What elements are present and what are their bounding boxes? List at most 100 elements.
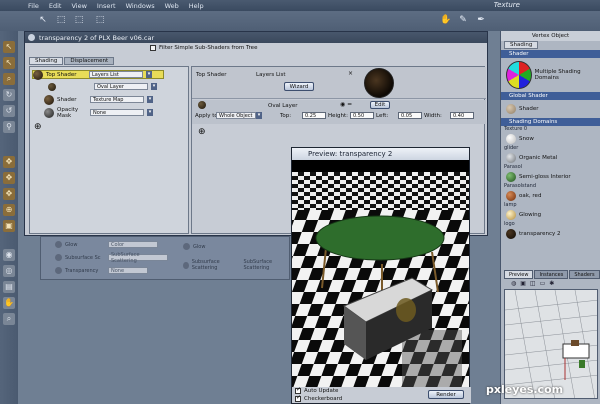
hand-icon[interactable]: ✋ (3, 297, 15, 309)
chevron-down-icon[interactable]: ▾ (147, 96, 153, 103)
view-plane-icon[interactable]: ▭ (540, 280, 546, 287)
tree-row-top-shader[interactable]: Top Shader Layers List ▾ (32, 69, 164, 80)
globe-tool-icon[interactable]: ⊕ (3, 204, 15, 216)
menu-file[interactable]: File (28, 2, 39, 10)
move-tool-icon[interactable]: ✥ (3, 156, 15, 168)
rotate-tool-icon[interactable]: ↻ (3, 89, 15, 101)
arrow-tool-icon[interactable]: ↖ (38, 15, 48, 25)
view-cylinder-icon[interactable]: ◫ (530, 280, 536, 287)
domain-ball-icon (506, 171, 516, 182)
tree-row-opacity-mask[interactable]: Opacity Mask None ▾ (44, 107, 153, 119)
width-field[interactable]: 0.40 (450, 112, 474, 119)
menu-web[interactable]: Web (165, 2, 179, 10)
close-icon[interactable]: × (348, 70, 353, 77)
oval-layer-select[interactable]: Oval Layer (94, 83, 148, 90)
pin-tool-icon[interactable]: ⚲ (3, 121, 15, 133)
subsurface-ball-icon (55, 254, 62, 261)
tab-sidebar-shading[interactable]: Shading (504, 41, 539, 49)
move-tool-icon[interactable]: ⬚ (56, 15, 66, 25)
app-title: Texture (493, 1, 520, 9)
left-field[interactable]: 0.05 (398, 112, 422, 119)
shader-section-header[interactable]: Shader (501, 50, 600, 58)
mask-ball-icon (44, 107, 54, 118)
menu-help[interactable]: Help (189, 2, 204, 10)
menu-edit[interactable]: Edit (49, 2, 62, 10)
tree-row-oval-layer[interactable]: Oval Layer ▾ (48, 82, 157, 91)
tree-shader-label: Shader (57, 96, 77, 103)
rotate-tool-icon[interactable]: ⬚ (95, 15, 105, 25)
window-titlebar[interactable]: transparency 2 of PLX Beer v06.car (25, 32, 487, 43)
add-icon[interactable]: ⊕ (34, 122, 42, 132)
tab-instances[interactable]: Instances (534, 270, 569, 279)
glow-ball-icon (55, 241, 62, 248)
opacity-mask-select[interactable]: None (90, 109, 144, 116)
top-shader-header: Top Shader Layers List × Wizard (192, 67, 486, 99)
sidebar-header: Vertex Object (501, 31, 600, 41)
menu-view[interactable]: View (71, 2, 86, 10)
top-field[interactable]: 0.25 (302, 112, 326, 119)
chevron-down-icon[interactable]: ▾ (256, 112, 262, 119)
render-icon[interactable]: ▤ (3, 281, 15, 293)
checkerboard-checkbox[interactable] (295, 394, 301, 402)
domain-item[interactable]: Snow (501, 132, 600, 145)
scale-tool-icon[interactable]: ✥ (3, 172, 15, 184)
link-icon[interactable]: ◉ = (340, 101, 352, 108)
direct-select-tool-icon[interactable]: ↖ (3, 57, 15, 69)
wizard-button[interactable]: Wizard (284, 82, 314, 91)
global-section-header[interactable]: Global Shader (501, 92, 600, 100)
magnify-tool-icon[interactable]: ⌕ (3, 73, 15, 85)
hand-icon[interactable]: ✋ (440, 15, 451, 25)
view-sphere-icon[interactable]: ◍ (511, 280, 516, 287)
domain-item[interactable]: Glowing (501, 208, 600, 221)
oval-layer-label: Oval Layer (268, 103, 298, 109)
glow-select[interactable]: Color (108, 241, 158, 248)
resize-tool-icon[interactable]: ✥ (3, 188, 15, 200)
chevron-down-icon[interactable]: ▾ (146, 71, 152, 78)
top-shader-select[interactable]: Layers List (89, 71, 143, 78)
cube-tool-icon[interactable]: ▣ (3, 220, 15, 232)
transparency-ball-icon (55, 267, 62, 274)
shader-preview-ball-icon (364, 68, 394, 98)
transparency-select[interactable]: None (108, 267, 148, 274)
filter-checkbox[interactable] (150, 45, 156, 51)
menu-insert[interactable]: Insert (97, 2, 116, 10)
subsurface-select[interactable]: SubSurface Scattering (108, 252, 168, 264)
render-preview-image (292, 160, 469, 389)
pen-icon[interactable]: ✒ (476, 15, 486, 25)
chevron-down-icon[interactable]: ▾ (147, 109, 153, 116)
view-light-icon[interactable]: ✱ (549, 280, 554, 287)
render-button[interactable]: Render (428, 390, 464, 399)
camera-icon[interactable]: ◉ (3, 249, 15, 261)
menu-windows[interactable]: Windows (126, 2, 155, 10)
close-icon[interactable] (28, 34, 35, 41)
twist-tool-icon[interactable]: ↺ (3, 105, 15, 117)
domains-section-header[interactable]: Shading Domains (501, 118, 600, 126)
tree-row-shader[interactable]: Shader Texture Map ▾ (44, 94, 153, 105)
domain-item[interactable]: transparency 2 (501, 227, 600, 240)
domain-item[interactable]: oak, red (501, 189, 600, 202)
apply-to-select[interactable]: Whole Object (216, 112, 256, 119)
transparency-label: Transparency (65, 267, 99, 274)
add-icon[interactable]: ⊕ (198, 127, 206, 137)
shader-select[interactable]: Texture Map (90, 96, 144, 103)
brush-icon[interactable]: ✎ (458, 15, 468, 25)
chevron-down-icon[interactable]: ▾ (151, 83, 157, 90)
zoom-icon[interactable]: ⌕ (3, 313, 15, 325)
tab-shading[interactable]: Shading (29, 57, 64, 65)
tab-displacement[interactable]: Displacement (64, 57, 115, 65)
shader-item[interactable]: Multiple Shading Domains (501, 58, 600, 92)
tab-shaders[interactable]: Shaders (569, 270, 600, 279)
select-tool-icon[interactable]: ↖ (3, 41, 15, 53)
view-cube-icon[interactable]: ▣ (520, 280, 526, 287)
subsurface-right-row: Subsurface Scattering SubSurface Scatter… (183, 259, 289, 271)
tab-preview[interactable]: Preview (504, 270, 534, 279)
scale-tool-icon[interactable]: ⬚ (74, 15, 84, 25)
edit-button[interactable]: Edit (370, 101, 390, 109)
global-shader-item[interactable]: Shader (501, 100, 600, 118)
light-icon[interactable]: ◎ (3, 265, 15, 277)
domain-item[interactable]: Organic Metal (501, 151, 600, 164)
height-field[interactable]: 0.50 (350, 112, 374, 119)
watermark-text: pxleyes.com (486, 383, 564, 396)
domain-item[interactable]: Semi-gloss Interior (501, 170, 600, 183)
preview-titlebar[interactable]: Preview: transparency 2 (292, 148, 469, 160)
